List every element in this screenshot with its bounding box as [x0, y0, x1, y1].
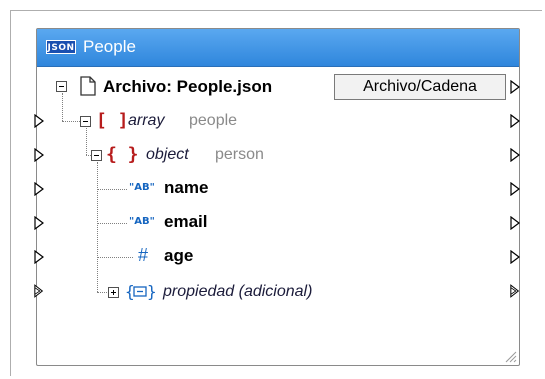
root-file-label: Archivo: People.json	[103, 77, 273, 96]
resize-grip-icon[interactable]	[504, 350, 517, 363]
input-connector-array[interactable]	[34, 114, 44, 128]
expand-additional-toggle[interactable]	[108, 287, 119, 298]
object-braces-icon: { }	[106, 144, 139, 165]
input-connector-additional[interactable]	[34, 284, 44, 298]
svg-text:}: }	[147, 282, 157, 301]
string-type-icon: "AB"	[129, 216, 155, 227]
additional-property-label: propiedad (adicional)	[163, 283, 313, 300]
tree-line	[97, 189, 127, 190]
component-title-bar[interactable]: JSON People	[37, 29, 519, 67]
file-string-button[interactable]: Archivo/Cadena	[334, 74, 506, 100]
input-connector-name[interactable]	[34, 182, 44, 196]
input-connector-object[interactable]	[34, 148, 44, 162]
file-icon	[80, 76, 96, 96]
output-connector-array[interactable]	[510, 114, 520, 128]
tree-line	[97, 292, 107, 293]
collapse-root-toggle[interactable]	[56, 81, 67, 92]
tree-line	[97, 257, 133, 258]
collapse-array-toggle[interactable]	[80, 116, 91, 127]
tree-line	[97, 223, 127, 224]
output-connector-email[interactable]	[510, 216, 520, 230]
output-connector-additional[interactable]	[510, 284, 520, 298]
field-email-label: email	[164, 212, 208, 231]
component-title: People	[83, 37, 136, 56]
output-connector-name[interactable]	[510, 182, 520, 196]
input-connector-email[interactable]	[34, 216, 44, 230]
field-name-label: name	[164, 178, 209, 197]
additional-property-icon: { }	[125, 282, 157, 301]
array-brackets-icon: [ ]	[96, 110, 129, 131]
tree-line	[86, 128, 87, 155]
string-type-icon: "AB"	[129, 182, 155, 193]
object-kind-label: object	[146, 146, 189, 163]
array-kind-label: array	[128, 112, 165, 129]
object-name-label: person	[215, 146, 264, 163]
output-connector-age[interactable]	[510, 250, 520, 264]
number-type-icon: #	[138, 245, 149, 265]
json-icon: JSON	[46, 40, 76, 54]
svg-text:{: {	[125, 282, 135, 301]
tree-line	[97, 162, 98, 292]
input-connector-age[interactable]	[34, 250, 44, 264]
collapse-object-toggle[interactable]	[91, 150, 102, 161]
array-name-label: people	[189, 112, 238, 129]
output-connector-root[interactable]	[510, 80, 520, 94]
tree-line	[62, 93, 63, 121]
output-connector-object[interactable]	[510, 148, 520, 162]
tree-line	[62, 121, 80, 122]
field-age-label: age	[164, 246, 194, 265]
